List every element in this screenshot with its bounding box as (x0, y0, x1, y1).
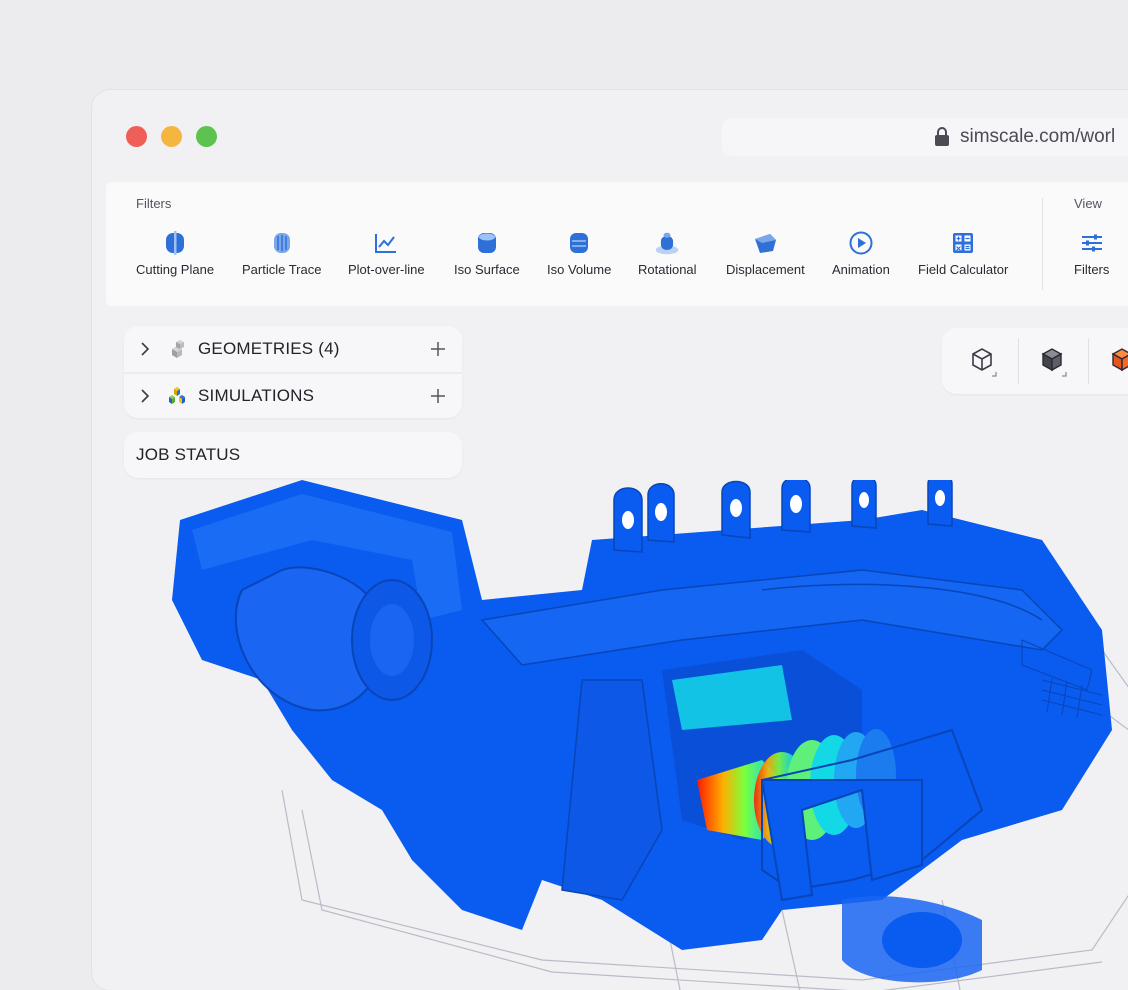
rotational-button[interactable]: Rotational (638, 230, 697, 277)
browser-window: simscale.com/worl Filters View Cutting P… (92, 90, 1128, 990)
simulation-result-model[interactable] (162, 480, 1128, 990)
displacement-button[interactable]: Displacement (726, 230, 805, 277)
close-window-button[interactable] (126, 126, 147, 147)
plot-over-line-button[interactable]: Plot-over-line (348, 230, 425, 277)
simulations-label: SIMULATIONS (198, 386, 315, 405)
iso-surface-icon (477, 233, 496, 253)
post-processing-toolbar: Filters View Cutting Plane Particle Trac… (106, 182, 1128, 306)
plot-over-line-icon (375, 234, 397, 253)
iso-volume-button[interactable]: Iso Volume (547, 230, 611, 277)
job-status-label: JOB STATUS (136, 445, 241, 464)
tree-item-simulations[interactable]: SIMULATIONS (124, 372, 462, 418)
particle-trace-button[interactable]: Particle Trace (242, 230, 321, 277)
filters-section-label: Filters (136, 196, 172, 211)
title-bar: simscale.com/worl (92, 90, 1128, 182)
solid-view-button[interactable] (1032, 341, 1072, 381)
wireframe-view-button[interactable] (962, 341, 1002, 381)
minimize-window-button[interactable] (161, 126, 182, 147)
cutting-plane-icon (166, 231, 185, 255)
maximize-window-button[interactable] (196, 126, 217, 147)
particle-trace-icon (273, 233, 290, 253)
simulation-tree-panel: GEOMETRIES (4) SIMULATIONS (124, 326, 462, 418)
wireframe-cube-icon (972, 348, 997, 377)
animation-icon (849, 231, 873, 255)
displacement-icon (755, 234, 777, 253)
add-simulation-icon[interactable] (430, 388, 446, 404)
cutting-plane-button[interactable]: Cutting Plane (136, 230, 214, 277)
orange-cube-icon (1111, 348, 1128, 372)
view-section-label: View (1074, 196, 1102, 211)
iso-volume-icon (570, 233, 589, 253)
toolbar-divider (1042, 198, 1043, 290)
iso-surface-button[interactable]: Iso Surface (454, 230, 520, 277)
animation-button[interactable]: Animation (832, 230, 890, 277)
job-status-row[interactable]: JOB STATUS (124, 432, 462, 478)
view-divider (1018, 338, 1019, 384)
field-calculator-button[interactable]: Field Calculator (918, 230, 1008, 277)
lock-icon (935, 127, 949, 146)
url-text: simscale.com/worl (960, 126, 1116, 147)
job-status-panel[interactable]: JOB STATUS (124, 432, 462, 478)
tree-item-geometries[interactable]: GEOMETRIES (4) (124, 326, 462, 372)
address-bar[interactable]: simscale.com/worl (722, 118, 1128, 156)
mesh-view-button[interactable] (1102, 341, 1128, 381)
rotational-icon (655, 232, 679, 255)
sliders-icon (1081, 234, 1102, 252)
geometry-cubes-icon (172, 340, 184, 358)
view-filters-button[interactable]: Filters (1074, 230, 1109, 277)
geometries-label: GEOMETRIES (4) (198, 339, 340, 358)
model-body (172, 480, 1112, 983)
field-calculator-icon (953, 233, 974, 253)
view-mode-controls (942, 328, 1128, 394)
view-divider (1088, 338, 1089, 384)
add-geometry-icon[interactable] (430, 341, 446, 357)
simulation-cubes-icon (169, 387, 185, 404)
chevron-right-icon[interactable] (140, 342, 150, 356)
solid-cube-icon (1041, 348, 1067, 377)
chevron-right-icon[interactable] (140, 389, 150, 403)
